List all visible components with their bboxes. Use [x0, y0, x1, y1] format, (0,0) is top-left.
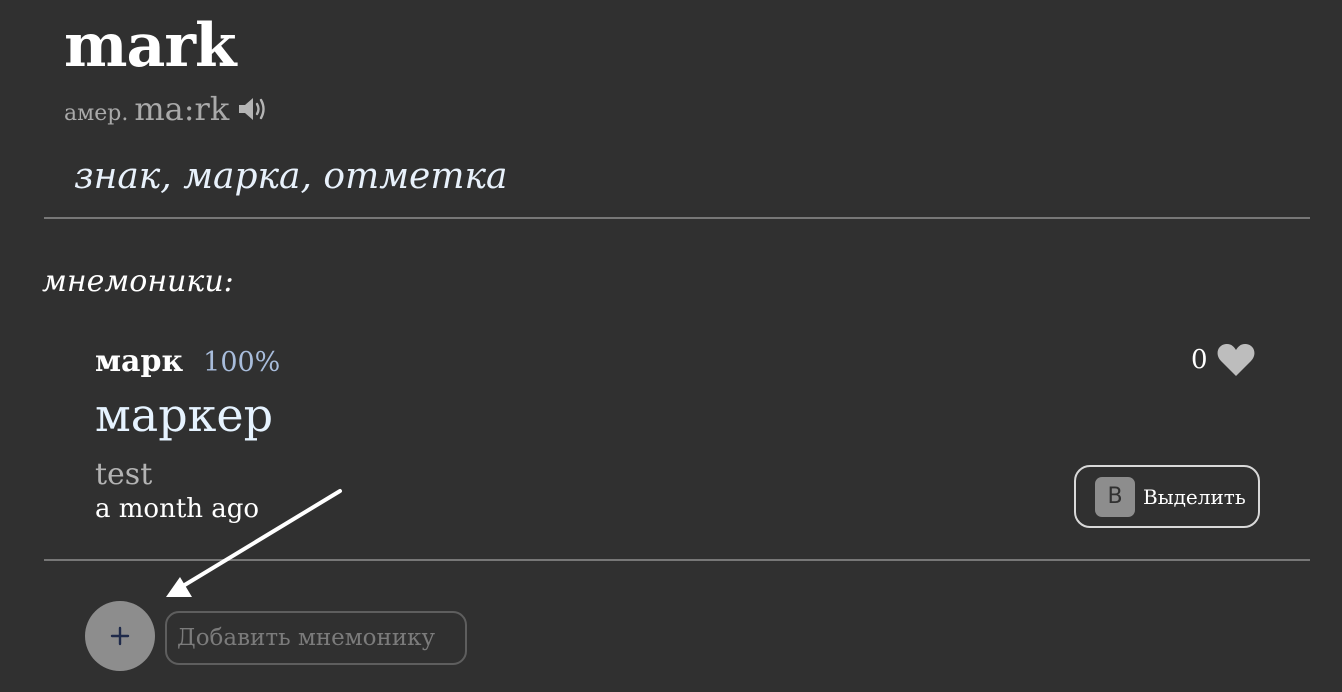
add-mnemonic-button[interactable]: [85, 601, 155, 671]
mnemonic-word: марк: [95, 344, 184, 379]
mnemonics-section-label: мнемоники:: [42, 264, 234, 299]
mnemonic-phrase: маркер: [95, 388, 274, 442]
mnemonic-header: марк 100%: [95, 344, 280, 379]
mnemonic-note: test: [95, 457, 153, 492]
mnemonic-match-percent: 100%: [203, 347, 281, 378]
like-count: 0: [1191, 345, 1208, 375]
highlight-button-label: Выделить: [1143, 484, 1246, 509]
like-button[interactable]: 0: [1191, 342, 1256, 378]
heart-icon: [1217, 343, 1254, 376]
keyboard-shortcut-badge: B: [1095, 476, 1135, 517]
translation: знак, марка, отметка: [74, 156, 508, 197]
divider-bottom: [44, 559, 1310, 561]
word-title: mark: [64, 11, 237, 81]
pronunciation-label: амер.: [64, 101, 129, 126]
speaker-icon[interactable]: [237, 96, 267, 122]
pronunciation-transcription: ma:rk: [134, 90, 230, 128]
add-mnemonic-input[interactable]: [165, 611, 467, 665]
divider-top: [44, 217, 1310, 219]
highlight-button[interactable]: B Выделить: [1074, 465, 1260, 528]
mnemonic-timestamp: a month ago: [95, 494, 260, 524]
pronunciation-row: амер. ma:rk: [64, 90, 267, 128]
plus-icon: [110, 626, 130, 646]
